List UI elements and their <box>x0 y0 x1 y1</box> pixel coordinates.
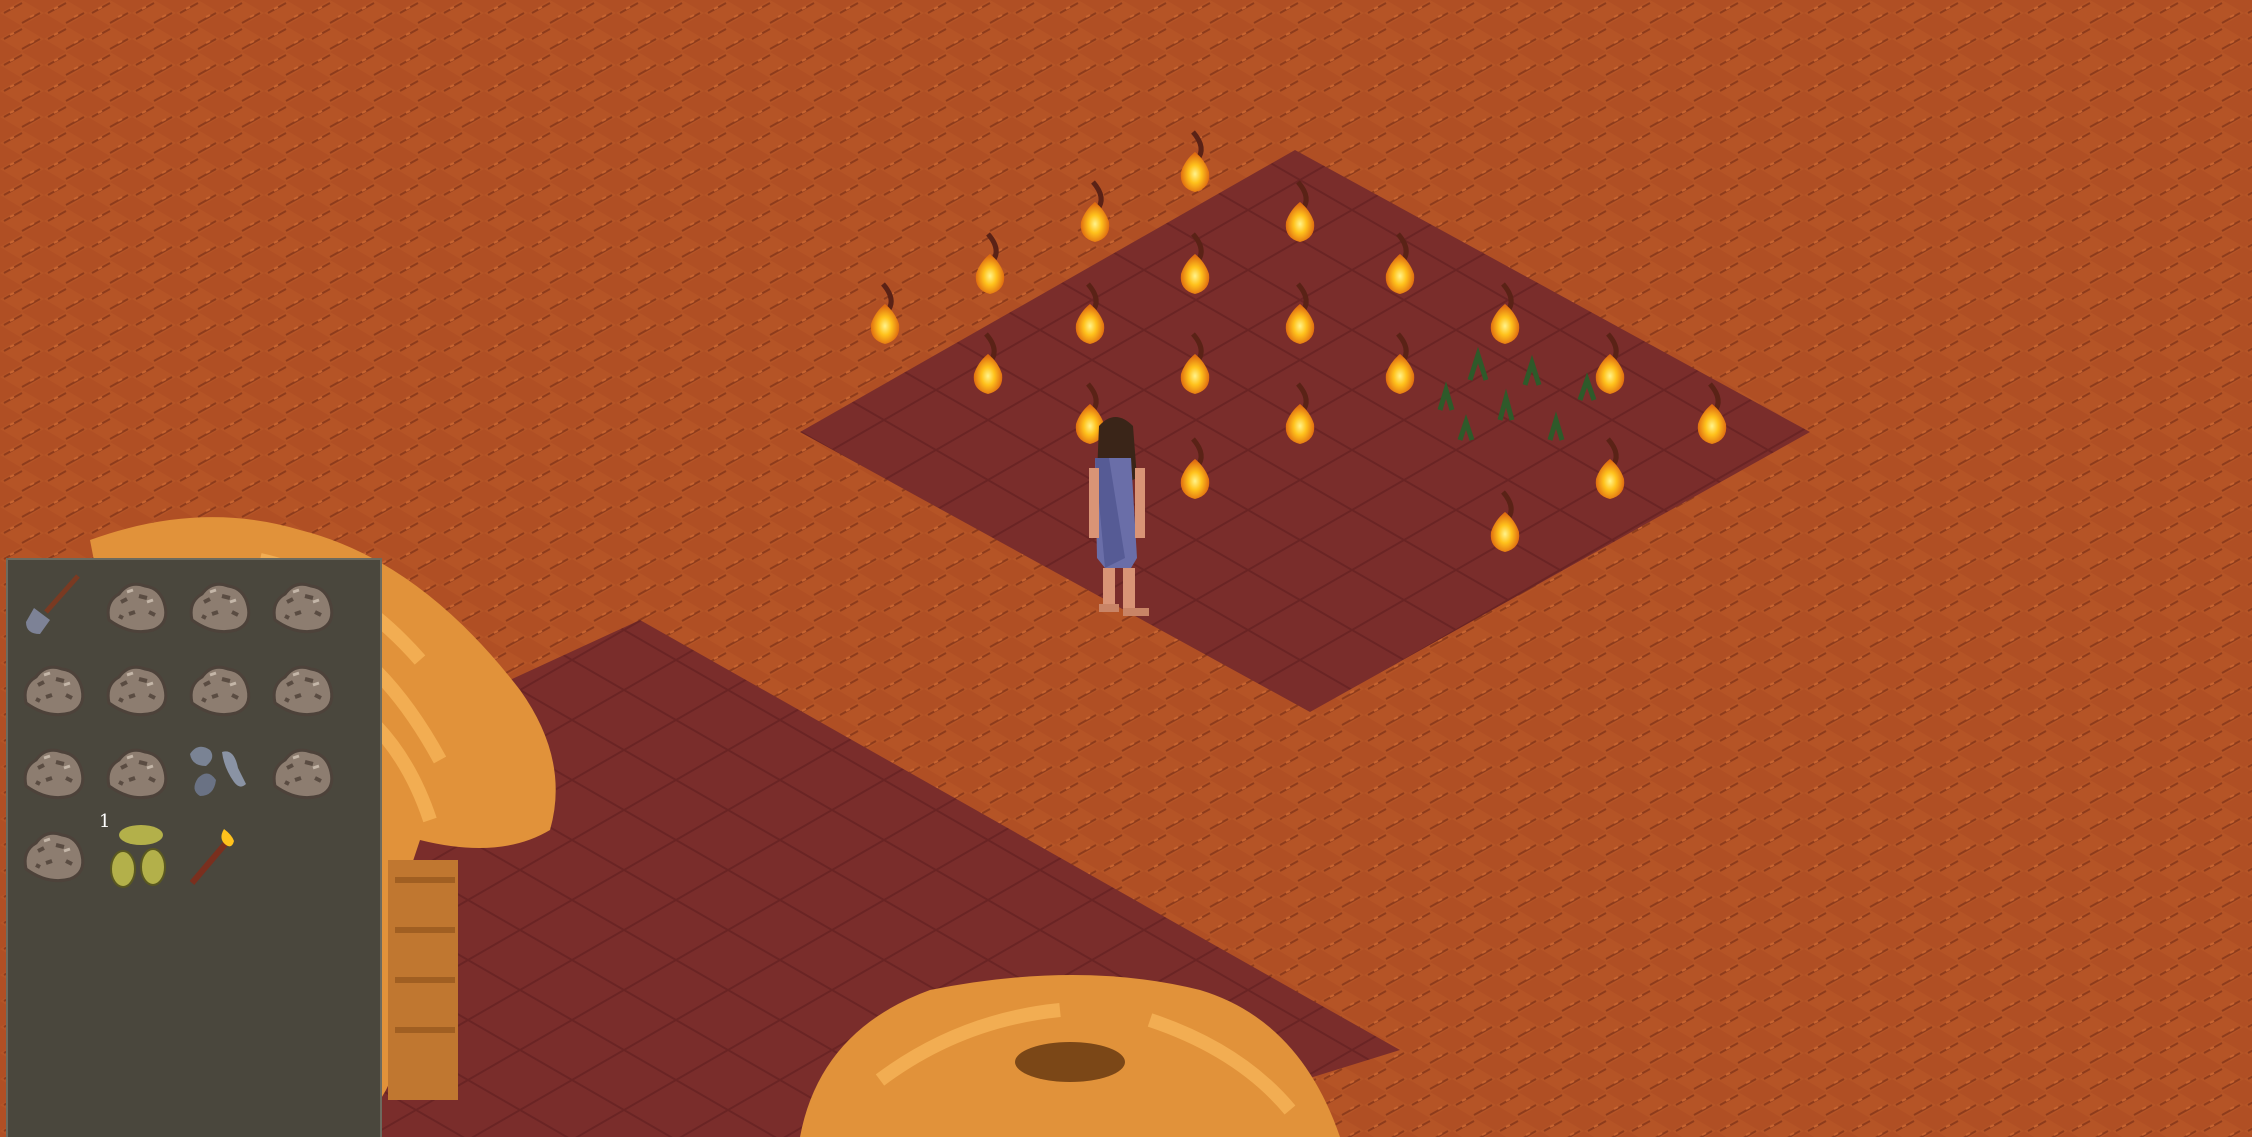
rock-icon <box>99 734 173 808</box>
rock-icon <box>16 817 90 891</box>
inventory-slot[interactable] <box>265 651 339 725</box>
inventory-slot[interactable] <box>99 734 173 808</box>
inventory-slot[interactable]: 1 <box>99 811 173 891</box>
rock-icon <box>182 568 256 642</box>
inventory-slot[interactable] <box>182 651 256 725</box>
flint-stones-icon <box>182 734 256 808</box>
rock-icon <box>99 651 173 725</box>
rock-icon <box>265 734 339 808</box>
rock-icon <box>16 734 90 808</box>
shovel-icon <box>16 568 90 642</box>
inventory-slot[interactable] <box>99 651 173 725</box>
inventory-slot[interactable] <box>265 568 339 642</box>
inventory-slot[interactable] <box>182 568 256 642</box>
inventory-slot[interactable] <box>182 817 256 891</box>
rock-icon <box>265 568 339 642</box>
rock-icon <box>16 651 90 725</box>
item-count: 1 <box>99 811 111 832</box>
rock-icon <box>265 651 339 725</box>
inventory-slot[interactable] <box>16 817 90 891</box>
rock-icon <box>99 568 173 642</box>
inventory-panel: 1 <box>6 558 382 1137</box>
inventory-slot[interactable] <box>16 734 90 808</box>
inventory-slot[interactable] <box>16 568 90 642</box>
torch-icon <box>182 817 256 891</box>
inventory-slot[interactable] <box>16 651 90 725</box>
inventory-slot[interactable] <box>182 734 256 808</box>
inventory-slot[interactable] <box>265 734 339 808</box>
rock-icon <box>182 651 256 725</box>
inventory-slot[interactable] <box>99 568 173 642</box>
